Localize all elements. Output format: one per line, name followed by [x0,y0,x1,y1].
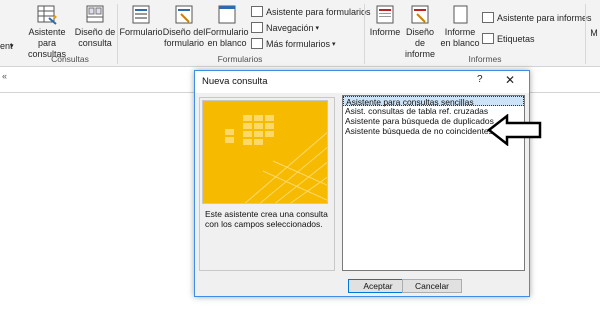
blank-report-label-2: en blanco [440,38,480,48]
form-wizard-label: Asistente para formularios [266,6,371,17]
navigation-icon [251,22,263,33]
report-design-label-2: informe [404,49,435,59]
query-design-icon [84,5,106,25]
help-icon[interactable]: ? [477,74,483,85]
labels-label: Etiquetas [497,33,535,44]
labels-icon [482,33,494,44]
blank-report-button[interactable]: Informe en blanco [440,5,480,49]
ribbon: ent ▾ Asistente para consultas Diseño de… [0,0,600,67]
blank-form-button[interactable]: Formulario en blanco [204,5,250,49]
dialog-title-bar: Nueva consulta ? ✕ [195,71,529,93]
labels-button[interactable]: Etiquetas [482,32,535,45]
form-label: Formulario [119,27,163,37]
report-icon [374,5,396,25]
more-forms-button[interactable]: Más formularios ▾ [251,37,336,50]
query-design-label-2: consulta [78,38,112,48]
blank-form-label-1: Formulario [205,27,249,37]
dialog-title: Nueva consulta [202,76,268,87]
query-wizard-icon [36,5,58,25]
wizard-preview-image [202,100,328,204]
query-design-label-1: Diseño de [74,27,116,37]
chevron-down-icon: ▾ [315,24,320,32]
report-label: Informe [369,27,401,37]
report-wizard-icon [482,12,494,23]
query-wizard-label-1: Asistente para [28,27,66,48]
dropdown-arrow-icon: ▾ [10,43,14,50]
form-wizard-icon [251,6,263,17]
navigation-button[interactable]: Navegación ▾ [251,21,319,34]
navigation-label: Navegación [266,22,314,33]
query-design-button[interactable]: Diseño de consulta [74,5,116,49]
arrow-pointer-icon [487,114,542,146]
group-label-consultas: Consultas [51,54,89,64]
blank-form-label-2: en blanco [207,38,247,48]
report-wizard-button[interactable]: Asistente para informes [482,11,592,24]
group-label-informes: Informes [468,54,502,64]
new-query-dialog: Nueva consulta ? ✕ Este asistente crea u… [194,70,530,297]
form-design-label-1: Diseño del [162,27,206,37]
group-separator [117,4,118,64]
form-wizard-button[interactable]: Asistente para formularios [251,5,371,18]
report-wizard-label: Asistente para informes [497,12,592,23]
list-item-simple-query[interactable]: Asistente para consultas sencillas [343,96,524,107]
form-button[interactable]: Formulario [119,5,163,38]
chevron-down-icon: ▾ [332,40,336,48]
partial-right-label: M [590,28,598,38]
collapse-icon[interactable]: « [2,71,7,81]
group-label-formularios: Formularios [217,54,263,64]
partial-right-button[interactable]: M [588,28,600,39]
blank-form-icon [216,5,238,25]
accept-button[interactable]: Aceptar [348,279,408,293]
form-design-button[interactable]: Diseño del formulario [162,5,206,49]
report-design-label-1: Diseño de [405,27,434,48]
close-icon[interactable]: ✕ [505,73,515,87]
blank-report-icon [449,5,471,25]
report-design-button[interactable]: Diseño de informe [400,5,440,60]
report-design-icon [409,5,431,25]
more-forms-icon [251,38,263,49]
more-forms-label: Más formularios [266,38,331,49]
query-wizard-button[interactable]: Asistente para consultas [20,5,74,60]
wizard-illustration-icon [203,101,327,203]
form-design-icon [173,5,195,25]
group-separator [364,4,365,64]
form-icon [130,5,152,25]
wizard-description: Este asistente crea una consulta con los… [205,209,328,229]
cancel-button[interactable]: Cancelar [402,279,462,293]
form-design-label-2: formulario [163,38,204,48]
report-button[interactable]: Informe [368,5,402,38]
blank-report-label-1: Informe [444,27,476,37]
group-separator [585,4,586,64]
